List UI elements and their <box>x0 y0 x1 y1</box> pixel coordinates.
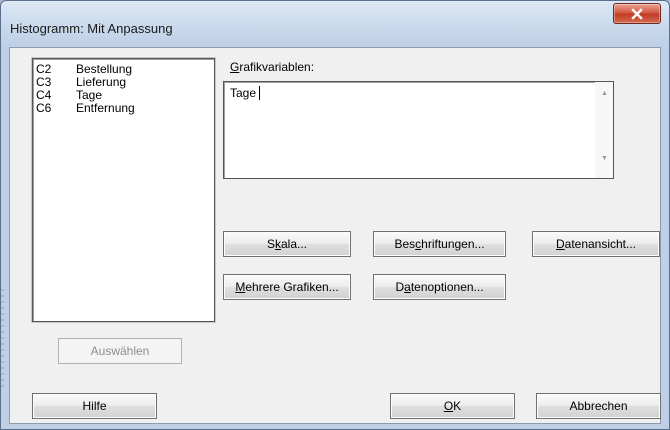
data-options-button-label-key: a <box>404 280 411 294</box>
variables-listbox[interactable]: C2 Bestellung C3 Lieferung C4 Tage C6 Entfer… <box>32 58 215 322</box>
data-options-button-label-pre: D <box>395 280 405 294</box>
ok-button[interactable]: OK <box>390 393 515 419</box>
scale-button-label-post: ala... <box>281 237 308 251</box>
scale-button[interactable]: Skala... <box>223 231 351 257</box>
list-item-name: Entfernung <box>76 101 135 115</box>
scroll-up-icon[interactable]: ▲ <box>596 87 613 101</box>
labels-button-label-pre: Bes <box>394 237 416 251</box>
labels-button[interactable]: Beschriftungen... <box>373 231 506 257</box>
list-item-name: Lieferung <box>76 75 127 89</box>
text-caret <box>259 86 260 100</box>
list-item-name: Bestellung <box>76 62 133 76</box>
dialog-content: C2 Bestellung C3 Lieferung C4 Tage C6 Entfer… <box>9 47 661 424</box>
scroll-down-icon[interactable]: ▼ <box>596 152 613 166</box>
ok-button-label-key: O <box>443 399 454 413</box>
data-options-button-label-post: tenoptionen... <box>410 280 484 294</box>
title-bar[interactable]: Histogramm: Mit Anpassung <box>1 1 669 47</box>
select-button[interactable]: Auswählen <box>58 338 182 364</box>
multiple-graphs-button[interactable]: Mehrere Grafiken... <box>223 274 351 300</box>
list-item[interactable]: C3 Lieferung <box>36 76 214 89</box>
vertical-scrollbar[interactable]: ▲ ▼ <box>595 82 613 178</box>
window-edge-decoration <box>1 289 4 389</box>
close-icon <box>631 7 643 20</box>
multiple-graphs-button-label-post: ehrere Grafiken... <box>245 280 339 294</box>
graph-variables-label: Grafikvariablen: <box>230 60 314 74</box>
graph-variables-label-key: G <box>230 60 240 74</box>
data-options-button[interactable]: Datenoptionen... <box>373 274 506 300</box>
list-item-column: C6 <box>36 101 52 115</box>
help-button[interactable]: Hilfe <box>32 393 157 419</box>
ok-button-label-post: K <box>453 399 462 413</box>
graph-variables-label-rest: rafikvariablen: <box>239 60 315 74</box>
list-item-name: Tage <box>76 88 103 102</box>
multiple-graphs-button-label-key: M <box>235 280 246 294</box>
labels-button-label-post: hriftungen... <box>421 237 485 251</box>
window-title: Histogramm: Mit Anpassung <box>10 21 173 36</box>
graph-variables-value: Tage <box>230 86 257 100</box>
dialog-window: Histogramm: Mit Anpassung C2 Bestellung C… <box>0 0 670 430</box>
graph-variables-input[interactable]: Tage ▲ ▼ <box>223 81 614 179</box>
data-view-button[interactable]: Datenansicht... <box>532 231 660 257</box>
scale-button-label-pre: S <box>266 237 275 251</box>
data-view-button-label-key: D <box>555 237 565 251</box>
close-button[interactable] <box>613 3 661 24</box>
list-item[interactable]: C6 Entfernung <box>36 102 214 115</box>
cancel-button[interactable]: Abbrechen <box>536 393 661 419</box>
data-view-button-label-post: atenansicht... <box>564 237 637 251</box>
